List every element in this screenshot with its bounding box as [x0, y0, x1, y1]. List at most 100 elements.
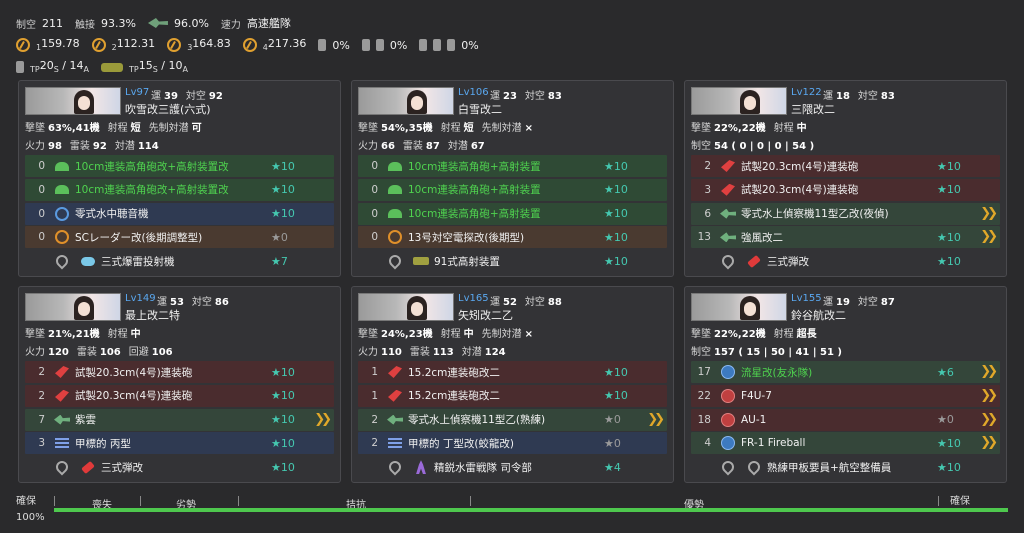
- drum-value-3: 0%: [461, 38, 479, 52]
- drum-value-2: 0%: [389, 38, 408, 52]
- equipment-slot[interactable]: 0 10cm連装高角砲改+高射装置改 ★10: [25, 155, 334, 177]
- ship-card[interactable]: Lv122 運 18 対空 83 三隈改二 撃墜 22%,22機 射程中制空 54 ( 0 | 0…: [684, 80, 1007, 277]
- wrench-icon: [386, 252, 404, 270]
- midget-sub-icon: [386, 435, 404, 451]
- improvement-star: ★10: [937, 254, 961, 268]
- ammo-icon: [745, 253, 763, 269]
- ship-luck-aa: 運 53 対空 86: [157, 293, 237, 308]
- equipment-slot[interactable]: 7 紫雲 ★10 ❯❯: [25, 408, 334, 431]
- stat-value: 22%,22機: [714, 123, 766, 134]
- air-state-right-label: 確保: [950, 496, 970, 507]
- slot-count: 2: [704, 160, 711, 172]
- contact-label: 触接: [75, 19, 95, 31]
- ship-info1: 撃墜 22%,22機 射程 超長: [691, 325, 825, 340]
- equipment-slot[interactable]: 三式爆雷投射機 ★7: [25, 250, 334, 272]
- ship-level: Lv165: [458, 293, 489, 304]
- ship-level: Lv149: [125, 293, 156, 304]
- equipment-name: 三式弾改: [101, 461, 143, 474]
- slot-count: 7: [38, 413, 45, 426]
- equipment-name: 熟練甲板要員+航空整備員: [767, 461, 892, 474]
- stat-label: 雷装: [76, 347, 97, 358]
- equipment-slot[interactable]: 3 甲標的 丙型 ★10: [25, 432, 334, 455]
- equipment-slot[interactable]: 1 15.2cm連装砲改二 ★10: [358, 384, 667, 407]
- stat-value: 24%,23機: [381, 329, 433, 340]
- slot-count: 0: [371, 183, 378, 196]
- ship-info2: 火力 110 雷装 113 対潜 124: [358, 343, 514, 358]
- slot-count: 13: [697, 231, 711, 244]
- equipment-slot[interactable]: 0 10cm連装高角砲改+高射装置改 ★10: [25, 178, 334, 201]
- equipment-slot[interactable]: 18 AU-1 ★0 ❯❯: [691, 408, 1000, 431]
- proficiency-chevron-icon: ❯❯: [980, 411, 998, 427]
- equipment-slot[interactable]: 三式弾改 ★10: [691, 250, 1000, 272]
- air-state-fill: [54, 508, 1008, 512]
- equipment-slot[interactable]: 0 13号対空電探改(後期型) ★10: [358, 226, 667, 249]
- equipment-slot[interactable]: 17 流星改(友永隊) ★6 ❯❯: [691, 361, 1000, 383]
- contact-plane-icon: [147, 18, 168, 28]
- drum-value-1: 0%: [332, 38, 350, 52]
- equipment-slot[interactable]: 0 SCレーダー改(後期調整型) ★0: [25, 226, 334, 249]
- los-value-2: 112.31: [116, 37, 156, 51]
- ship-info2: 火力 98 雷装 92 対潜 114: [25, 137, 167, 152]
- equipment-slot[interactable]: 4 FR-1 Fireball ★10 ❯❯: [691, 432, 1000, 455]
- equipment-slot[interactable]: 91式高射装置 ★10: [358, 250, 667, 272]
- equipment-name: 10cm連装高角砲改+高射装置改: [75, 160, 229, 173]
- ship-card[interactable]: Lv155 運 19 対空 87 鈴谷航改二 撃墜 22%,22機 射程 超長 制空 157 ( 15…: [684, 286, 1007, 483]
- los-icon: [91, 38, 106, 52]
- slot-count: 0: [38, 207, 45, 220]
- equipment-slot[interactable]: 13 強風改二 ★10 ❯❯: [691, 226, 1000, 249]
- slot-count: 4: [704, 437, 711, 450]
- tp-drum-icon: [16, 61, 24, 73]
- improvement-star: ★0: [604, 413, 621, 427]
- fighter-plane-icon: [719, 412, 737, 428]
- equipment-name: 三式爆雷投射機: [101, 255, 175, 268]
- ship-card[interactable]: Lv165 運 52 対空 88 矢矧改二乙 撃墜 24%,23機 射程中先制対潜 × 火力 110 雷…: [351, 286, 674, 483]
- air-superiority-value: 211: [42, 16, 63, 30]
- equipment-slot[interactable]: 22 F4U-7 ❯❯: [691, 384, 1000, 407]
- wrench-icon: [745, 458, 763, 476]
- equipment-slot[interactable]: 0 10cm連装高角砲+高射装置 ★10: [358, 178, 667, 201]
- ship-banner: [25, 87, 121, 117]
- equipment-slot[interactable]: 3 試製20.3cm(4号)連装砲 ★10: [691, 178, 1000, 201]
- stat-label: 先制対潜: [481, 329, 522, 340]
- midget-sub-icon: [55, 438, 69, 449]
- ship-card[interactable]: Lv106 運 23 対空 83 白雪改二 撃墜 54%,35機 射程短先制対潜 × 火力 66 雷装 8…: [351, 80, 674, 277]
- stat-label: 火力: [25, 141, 45, 152]
- equipment-slot[interactable]: 2 試製20.3cm(4号)連装砲 ★10: [25, 361, 334, 383]
- ship-name: 鈴谷航改二: [791, 309, 846, 322]
- equipment-slot[interactable]: 2 試製20.3cm(4号)連装砲 ★10: [691, 155, 1000, 177]
- equipment-slot[interactable]: 0 10cm連装高角砲+高射装置 ★10: [358, 202, 667, 225]
- seaplane-icon: [387, 414, 403, 425]
- sonar-icon: [55, 206, 69, 221]
- improvement-star: ★0: [604, 436, 621, 450]
- equipment-slot[interactable]: 2 甲標的 丁型改(蛟龍改) ★0: [358, 432, 667, 455]
- aa-director-icon: [413, 257, 429, 266]
- equipment-slot[interactable]: 0 零式水中聴音機 ★10: [25, 202, 334, 225]
- equipment-slot[interactable]: 1 15.2cm連装砲改二 ★10: [358, 361, 667, 383]
- stat-value: ×: [524, 123, 534, 134]
- ship-card[interactable]: Lv149 運 53 対空 86 最上改二特 撃墜 21%,21機 射程中火力 120 雷装 106 回…: [18, 286, 341, 483]
- improvement-star: ★10: [271, 207, 295, 221]
- ship-luck-aa: 運 52 対空 88: [490, 293, 570, 308]
- equipment-slot[interactable]: 熟練甲板要員+航空整備員 ★10: [691, 456, 1000, 478]
- equipment-slot[interactable]: 6 零式水上偵察機11型乙改(夜偵) ❯❯: [691, 202, 1000, 225]
- equipment-slot[interactable]: 0 10cm連装高角砲+高射装置 ★10: [358, 155, 667, 177]
- equipment-slot[interactable]: 精鋭水雷戦隊 司令部 ★4: [358, 456, 667, 478]
- equipment-slot[interactable]: 2 試製20.3cm(4号)連装砲 ★10: [25, 384, 334, 407]
- main-gun-icon: [386, 388, 404, 404]
- improvement-star: ★10: [604, 183, 628, 197]
- stat-value: 87: [425, 141, 440, 152]
- main-gun-icon: [53, 388, 71, 404]
- ship-portrait: [691, 293, 787, 321]
- ship-luck-aa: 運 18 対空 83: [823, 87, 903, 102]
- stat-value: 短: [463, 123, 474, 134]
- equipment-slot[interactable]: 三式弾改 ★10: [25, 456, 334, 478]
- main-gun-icon: [719, 182, 737, 198]
- ship-portrait: [25, 87, 121, 115]
- improvement-star: ★10: [937, 230, 961, 244]
- tp-tank-icon: [100, 62, 123, 72]
- seaplane-icon: [54, 414, 70, 425]
- ship-card[interactable]: Lv97 運 39 対空 92 吹雪改三護(六式) 撃墜 63%,41機 射程短先制対潜可火力 9…: [18, 80, 341, 277]
- ship-grid: Lv97 運 39 対空 92 吹雪改三護(六式) 撃墜 63%,41機 射程短先制対潜可火力 9…: [18, 80, 1007, 483]
- stat-label: 火力: [358, 141, 378, 152]
- equipment-slot[interactable]: 2 零式水上偵察機11型乙(熟練) ★0 ❯❯: [358, 408, 667, 431]
